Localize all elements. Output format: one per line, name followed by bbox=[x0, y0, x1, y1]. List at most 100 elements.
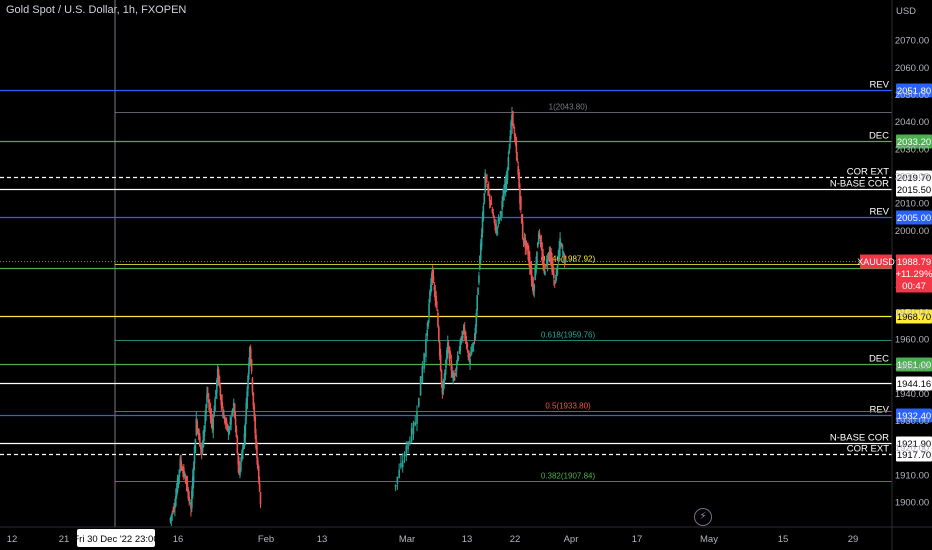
candle-body bbox=[538, 233, 541, 235]
candle-body bbox=[212, 418, 215, 431]
candle-body bbox=[236, 436, 239, 454]
price-tick-label: 2060.00 bbox=[895, 63, 929, 74]
candle-body bbox=[394, 484, 397, 488]
price-tick-label: 1920.00 bbox=[895, 443, 929, 454]
candle-body bbox=[554, 280, 557, 284]
candle-body bbox=[241, 448, 244, 460]
candle-body bbox=[516, 158, 519, 162]
time-label: 13 bbox=[462, 534, 473, 545]
candle-body bbox=[432, 275, 435, 282]
candle-body bbox=[482, 205, 485, 220]
candle-body bbox=[469, 359, 471, 365]
candle-body bbox=[244, 423, 247, 438]
candle-body bbox=[536, 252, 538, 265]
time-label: 17 bbox=[632, 534, 643, 545]
candle-body bbox=[410, 428, 413, 442]
chart-title: Gold Spot / U.S. Dollar, 1h, FXOPEN bbox=[6, 4, 187, 16]
candle-body bbox=[219, 386, 222, 396]
level-price-label: 2005.00 bbox=[897, 213, 931, 224]
candle-body bbox=[425, 339, 427, 357]
candle-body bbox=[478, 275, 480, 283]
candle-body bbox=[564, 260, 567, 262]
price-tick-label: 1960.00 bbox=[895, 335, 929, 346]
countdown-label: 00:47 bbox=[902, 281, 926, 292]
current-price-label: 1988.79 bbox=[897, 257, 931, 268]
level-label: REV bbox=[869, 207, 889, 218]
candle-body bbox=[483, 193, 486, 203]
candle-body bbox=[438, 327, 440, 342]
crosshair-date-label: Fri 30 Dec '22 23:00 bbox=[73, 534, 158, 545]
candle-body bbox=[553, 273, 555, 279]
candle-body bbox=[544, 271, 546, 276]
candle-body bbox=[443, 380, 445, 385]
candle-body bbox=[256, 445, 258, 458]
price-axis: 2051.802033.202019.702015.502005.001986.… bbox=[857, 0, 932, 550]
candle-body bbox=[234, 417, 237, 425]
candle-body bbox=[403, 454, 406, 457]
time-label: 12 bbox=[7, 534, 18, 545]
candle-body bbox=[503, 192, 505, 201]
candle-body bbox=[486, 181, 488, 183]
candle-body bbox=[520, 196, 522, 210]
price-chart[interactable]: REVDECCOR EXTN-BASE CORREVBASEDECREVN-BA… bbox=[0, 0, 932, 550]
candle-body bbox=[521, 221, 524, 239]
price-tick-label: 1970.00 bbox=[895, 307, 929, 318]
candle-body bbox=[477, 287, 479, 295]
price-tick-label: 1900.00 bbox=[895, 498, 929, 509]
fib-label: 0.382(1907.84) bbox=[541, 472, 596, 481]
candle-body bbox=[398, 469, 400, 478]
candle-body bbox=[194, 439, 197, 453]
candle-body bbox=[556, 265, 559, 274]
candle-body bbox=[515, 144, 518, 153]
candle-body bbox=[405, 445, 408, 457]
candle-body bbox=[186, 481, 189, 487]
lightning-icon[interactable]: ⚡ bbox=[694, 508, 712, 526]
time-label: 22 bbox=[510, 534, 521, 545]
candle-body bbox=[437, 312, 439, 327]
candle-body bbox=[426, 329, 429, 336]
candle-body bbox=[466, 343, 469, 347]
candle-body bbox=[259, 492, 262, 505]
candle-body bbox=[416, 411, 418, 425]
candle-body bbox=[188, 496, 190, 500]
price-levels: REVDECCOR EXTN-BASE CORREVBASEDECREVN-BA… bbox=[0, 0, 892, 527]
price-tick-label: 2040.00 bbox=[895, 117, 929, 128]
price-tick-label: 2070.00 bbox=[895, 36, 929, 47]
price-tick-label: 1940.00 bbox=[895, 389, 929, 400]
time-label: 16 bbox=[173, 534, 184, 545]
candle-body bbox=[257, 466, 260, 479]
candle-body bbox=[543, 263, 545, 270]
candle-body bbox=[493, 216, 495, 219]
candle-body bbox=[225, 420, 228, 423]
candle-body bbox=[401, 460, 404, 468]
price-tick-label: 1950.00 bbox=[895, 362, 929, 373]
candle-body bbox=[258, 483, 261, 492]
fib-label: 0.5(1933.80) bbox=[545, 402, 591, 411]
candle-body bbox=[476, 295, 478, 311]
candle-body bbox=[251, 378, 254, 393]
fib-label: 0.618(1959.76) bbox=[541, 331, 596, 340]
candle-body bbox=[396, 476, 399, 484]
candle-body bbox=[455, 363, 458, 370]
current-change-label: +11.29% bbox=[895, 269, 932, 280]
time-label: 13 bbox=[317, 534, 328, 545]
price-tick-label: 1930.00 bbox=[895, 416, 929, 427]
candle-body bbox=[496, 227, 499, 229]
time-label: Feb bbox=[258, 534, 274, 545]
price-tick-label: 2020.00 bbox=[895, 172, 929, 183]
time-label: 21 bbox=[59, 534, 70, 545]
fib-label: 1(2043.80) bbox=[549, 103, 588, 112]
level-label: N-BASE COR bbox=[830, 179, 889, 190]
level-label: REV bbox=[869, 80, 889, 91]
price-tick-label: 2050.00 bbox=[895, 90, 929, 101]
candle-body bbox=[462, 335, 464, 338]
candle-body bbox=[230, 417, 232, 425]
currency-label: USD bbox=[896, 6, 916, 17]
candle-body bbox=[417, 397, 420, 407]
price-tick-label: 2030.00 bbox=[895, 144, 929, 155]
candle-body bbox=[412, 422, 415, 435]
time-label: Mar bbox=[399, 534, 415, 545]
level-price-label: 2015.50 bbox=[897, 185, 931, 196]
price-tick-label: 2000.00 bbox=[895, 226, 929, 237]
candle-body bbox=[423, 353, 425, 369]
